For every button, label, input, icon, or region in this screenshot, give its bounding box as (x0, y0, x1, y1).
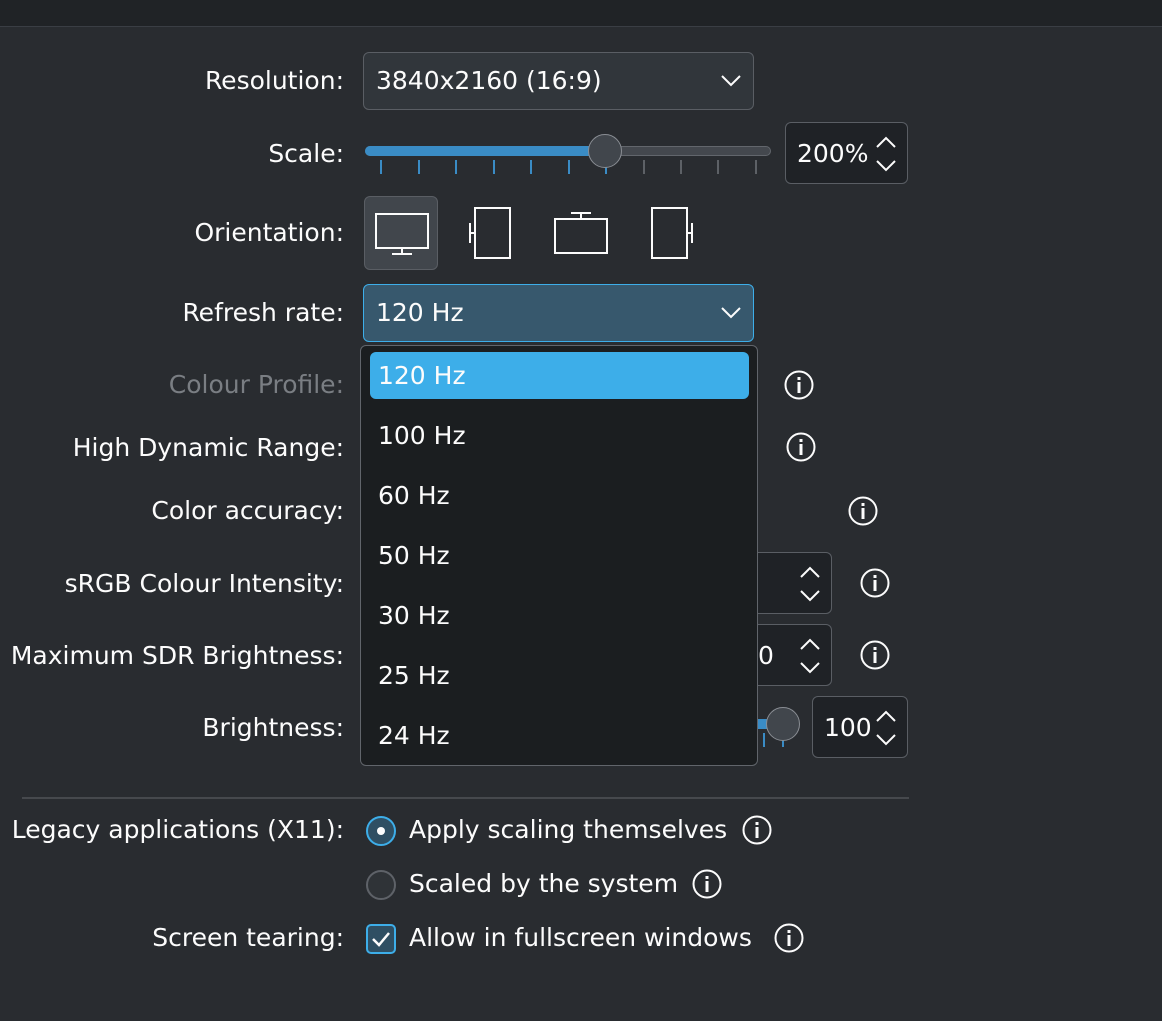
refresh-rate-label: Refresh rate: (182, 298, 344, 327)
refresh-rate-popup: 120 Hz 100 Hz 60 Hz 50 Hz 30 Hz 25 Hz 24… (360, 345, 758, 766)
max-sdr-brightness-info-icon[interactable] (860, 640, 890, 670)
hdr-info-icon[interactable] (786, 432, 816, 462)
brightness-value: 100 (824, 713, 872, 742)
resolution-combo[interactable]: 3840x2160 (16:9) (363, 52, 754, 110)
refresh-rate-option[interactable]: 120 Hz (370, 352, 749, 399)
refresh-rate-option[interactable]: 30 Hz (370, 592, 749, 639)
scale-spinbox[interactable]: 200% (785, 122, 908, 184)
screen-tearing-checkbox[interactable] (366, 924, 396, 954)
resolution-label: Resolution: (204, 66, 344, 95)
portrait-left-icon (469, 207, 511, 259)
brightness-spinbox[interactable]: 100 (812, 696, 908, 758)
refresh-rate-option[interactable]: 100 Hz (370, 412, 749, 459)
legacy-scaled-by-system-text[interactable]: Scaled by the system (409, 869, 678, 899)
legacy-apply-scaling-info-icon[interactable] (742, 815, 772, 845)
checkmark-icon (372, 932, 390, 947)
colour-profile-label: Colour Profile: (168, 370, 344, 399)
max-sdr-brightness-label: Maximum SDR Brightness: (10, 641, 344, 670)
refresh-rate-value: 120 Hz (376, 298, 464, 327)
refresh-rate-option[interactable]: 60 Hz (370, 472, 749, 519)
screen-tearing-label: Screen tearing: (152, 923, 344, 952)
refresh-rate-option[interactable]: 25 Hz (370, 652, 749, 699)
top-bar (0, 0, 1162, 27)
orientation-landscape-button[interactable] (364, 196, 438, 270)
chevron-down-icon (721, 307, 741, 319)
refresh-rate-option[interactable]: 24 Hz (370, 712, 749, 759)
landscape-flipped-icon (554, 212, 608, 254)
refresh-rate-combo[interactable]: 120 Hz (363, 284, 754, 342)
colour-profile-info-icon[interactable] (784, 370, 814, 400)
landscape-icon (375, 213, 429, 255)
color-accuracy-info-icon[interactable] (848, 496, 878, 526)
legacy-apply-scaling-radio[interactable] (366, 816, 396, 846)
legacy-scaled-by-system-info-icon[interactable] (692, 869, 722, 899)
legacy-scaled-by-system-radio[interactable] (366, 870, 396, 900)
brightness-slider-handle[interactable] (766, 707, 800, 741)
chevron-down-icon (721, 75, 741, 87)
orientation-landscape-flipped-button[interactable] (544, 196, 618, 270)
spin-arrows-icon[interactable] (799, 637, 821, 675)
srgb-intensity-info-icon[interactable] (860, 568, 890, 598)
screen-tearing-text[interactable]: Allow in fullscreen windows (409, 923, 752, 953)
legacy-apply-scaling-text[interactable]: Apply scaling themselves (409, 815, 727, 845)
scale-slider-handle[interactable] (588, 134, 622, 168)
orientation-portrait-left-button[interactable] (454, 196, 528, 270)
spin-arrows-icon[interactable] (875, 135, 897, 173)
spin-arrows-icon[interactable] (799, 565, 821, 603)
srgb-intensity-label: sRGB Colour Intensity: (64, 569, 344, 598)
scale-label: Scale: (268, 139, 344, 168)
refresh-rate-option[interactable]: 50 Hz (370, 532, 749, 579)
resolution-value: 3840x2160 (16:9) (376, 66, 602, 95)
orientation-portrait-right-button[interactable] (634, 196, 708, 270)
section-divider (22, 797, 909, 799)
spin-arrows-icon[interactable] (875, 709, 897, 747)
scale-value: 200% (797, 139, 869, 168)
screen-tearing-info-icon[interactable] (774, 923, 804, 953)
hdr-label: High Dynamic Range: (72, 433, 344, 462)
portrait-right-icon (651, 207, 693, 259)
brightness-label: Brightness: (202, 713, 344, 742)
color-accuracy-label: Color accuracy: (151, 496, 344, 525)
legacy-apps-label: Legacy applications (X11): (11, 815, 344, 844)
max-sdr-brightness-value: 0 (758, 641, 774, 670)
orientation-label: Orientation: (194, 218, 344, 247)
